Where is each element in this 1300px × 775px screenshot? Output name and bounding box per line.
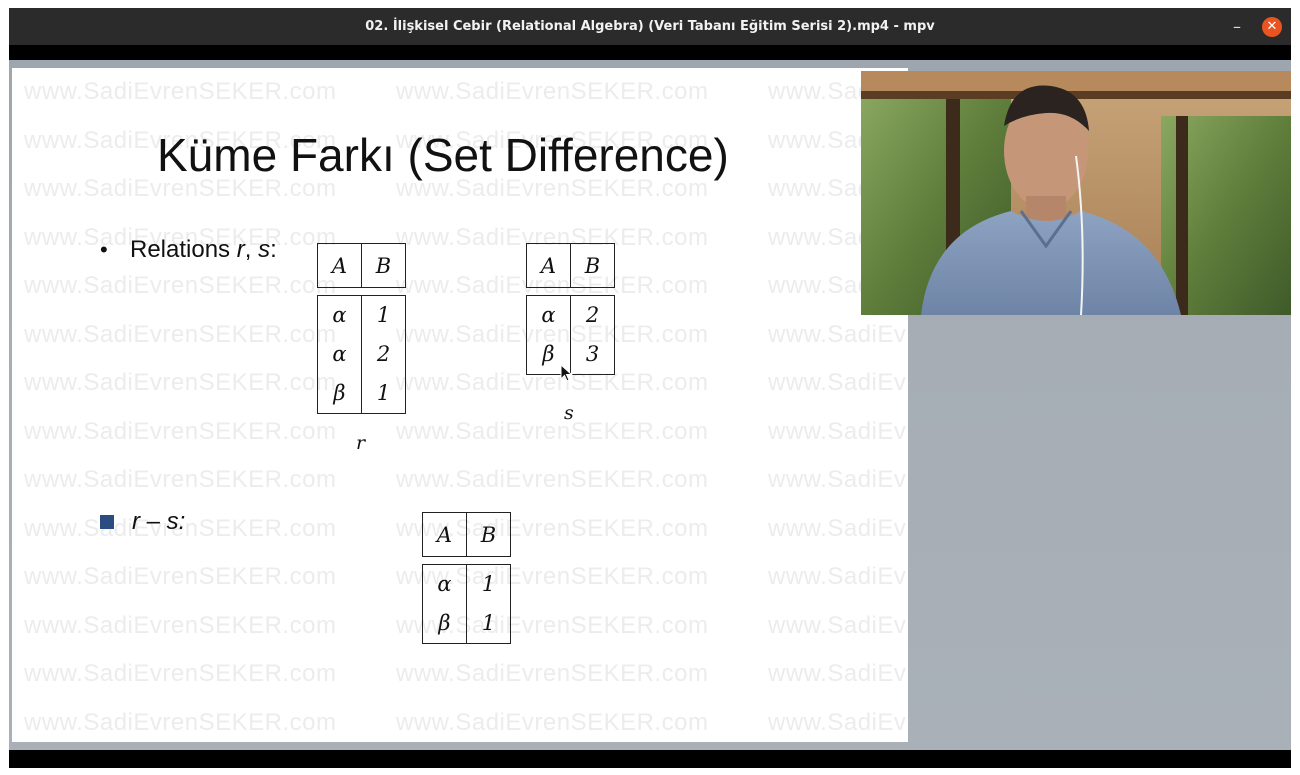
slide: www.SadiEvrenSEKER.com www.SadiEvrenSEKER… xyxy=(12,68,908,742)
bullet-relations-prefix: Relations xyxy=(130,236,237,263)
table-cell: β xyxy=(438,611,451,635)
watermark-row: www.SadiEvrenSEKER.com www.SadiEvrenSEKER… xyxy=(24,321,908,349)
watermark-row: www.SadiEvrenSEKER.com www.SadiEvrenSEKER… xyxy=(24,272,908,300)
window-title: 02. İlişkisel Cebir (Relational Algebra)… xyxy=(365,19,935,34)
watermark-row: www.SadiEvrenSEKER.com www.SadiEvrenSEKER… xyxy=(24,418,908,446)
watermark-text: www.SadiEvrenSEKER.com xyxy=(768,514,908,542)
result-col-b: 1 1 xyxy=(466,564,511,644)
watermark-text: www.SadiEvrenSEKER.com xyxy=(768,563,908,590)
table-cell: 2 xyxy=(585,303,600,327)
table-cell: 1 xyxy=(481,572,496,596)
result-col-a: α β xyxy=(422,564,467,644)
watermark-text: www.SadiEvrenSEKER.com xyxy=(396,660,709,687)
table-cell: 1 xyxy=(481,611,496,635)
watermark-text: www.SadiEvrenSEKER.com xyxy=(768,660,908,687)
bullet-difference: r – s: xyxy=(100,508,185,536)
watermark-row: www.SadiEvrenSEKER.com www.SadiEvrenSEKER… xyxy=(24,660,908,688)
relation-s-header-a: A xyxy=(526,243,571,288)
table-cell: 2 xyxy=(376,342,391,366)
watermark-text: www.SadiEvrenSEKER.com xyxy=(768,611,908,639)
bullet-relations-suffix: : xyxy=(270,236,277,263)
bullet-dot-icon: • xyxy=(100,237,108,262)
webcam-overlay xyxy=(861,71,1291,315)
watermark-text: www.SadiEvrenSEKER.com xyxy=(396,708,709,736)
watermark-text: www.SadiEvrenSEKER.com xyxy=(24,563,337,590)
watermark-text: www.SadiEvrenSEKER.com xyxy=(24,514,337,542)
watermark-row: www.SadiEvrenSEKER.com www.SadiEvrenSEKER… xyxy=(24,466,908,494)
table-cell: α xyxy=(541,303,556,327)
bullet-relations-sep: , xyxy=(244,236,259,263)
table-cell: 3 xyxy=(585,342,600,366)
relation-s-body: α β 2 3 xyxy=(526,295,615,375)
bullet-square-icon xyxy=(100,515,114,529)
relation-r-col-a: α α β xyxy=(317,295,362,414)
watermark-text: www.SadiEvrenSEKER.com xyxy=(24,660,337,687)
presenter-video-icon xyxy=(861,71,1291,315)
table-cell: β xyxy=(333,381,346,405)
watermark-text: www.SadiEvrenSEKER.com xyxy=(768,369,908,396)
relation-r-label: r xyxy=(356,432,366,454)
watermark-text: www.SadiEvrenSEKER.com xyxy=(768,320,908,348)
title-bar[interactable]: 02. İlişkisel Cebir (Relational Algebra)… xyxy=(9,8,1291,45)
watermark-text: www.SadiEvrenSEKER.com xyxy=(24,611,337,639)
relation-s-header: A B xyxy=(526,243,615,288)
relation-r-body: α α β 1 2 1 xyxy=(317,295,406,414)
relation-r-col-b: 1 2 1 xyxy=(361,295,406,414)
result-body: α β 1 1 xyxy=(422,564,511,644)
watermark-text: www.SadiEvrenSEKER.com xyxy=(396,417,709,445)
relation-r-header: A B xyxy=(317,243,406,288)
table-cell: 1 xyxy=(376,303,391,327)
mpv-window: 02. İlişkisel Cebir (Relational Algebra)… xyxy=(9,8,1291,768)
table-cell: α xyxy=(332,303,347,327)
bullet-difference-text: r – s: xyxy=(132,508,186,535)
result-header-a: A xyxy=(422,512,467,557)
watermark-text: www.SadiEvrenSEKER.com xyxy=(768,466,908,493)
relation-s-col-b: 2 3 xyxy=(570,295,615,375)
result-header-b: B xyxy=(466,512,511,557)
table-cell: 1 xyxy=(376,381,391,405)
result-header: A B xyxy=(422,512,511,557)
table-cell: α xyxy=(437,572,452,596)
watermark-text: www.SadiEvrenSEKER.com xyxy=(24,78,337,105)
relation-s-col-a: α β xyxy=(526,295,571,375)
slide-title: Küme Farkı (Set Difference) xyxy=(157,129,729,181)
relation-r-header-b: B xyxy=(361,243,406,288)
relation-s-header-b: B xyxy=(570,243,615,288)
watermark-text: www.SadiEvrenSEKER.com xyxy=(396,466,709,493)
relation-s-label: s xyxy=(564,402,574,424)
video-area[interactable]: www.SadiEvrenSEKER.com www.SadiEvrenSEKER… xyxy=(9,60,1291,750)
mouse-cursor-icon xyxy=(560,364,573,382)
watermark-text: www.SadiEvrenSEKER.com xyxy=(768,417,908,445)
relation-r-header-a: A xyxy=(317,243,362,288)
watermark-text: www.SadiEvrenSEKER.com xyxy=(24,417,337,445)
watermark-row: www.SadiEvrenSEKER.com www.SadiEvrenSEKER… xyxy=(24,709,908,737)
bullet-relations: • Relations r , s : xyxy=(100,236,277,264)
minimize-icon[interactable]: – xyxy=(1227,17,1247,37)
watermark-row: www.SadiEvrenSEKER.com www.SadiEvrenSEKER… xyxy=(24,369,908,397)
watermark-row: www.SadiEvrenSEKER.com www.SadiEvrenSEKER… xyxy=(24,78,908,106)
bullet-relations-r: r xyxy=(236,236,245,263)
close-icon[interactable]: ✕ xyxy=(1262,17,1282,37)
bullet-relations-s: s xyxy=(258,236,271,263)
watermark-text: www.SadiEvrenSEKER.com xyxy=(24,708,337,736)
watermark-text: www.SadiEvrenSEKER.com xyxy=(768,708,908,736)
watermark-text: www.SadiEvrenSEKER.com xyxy=(24,466,337,493)
watermark-text: www.SadiEvrenSEKER.com xyxy=(396,78,709,105)
table-cell: α xyxy=(332,342,347,366)
